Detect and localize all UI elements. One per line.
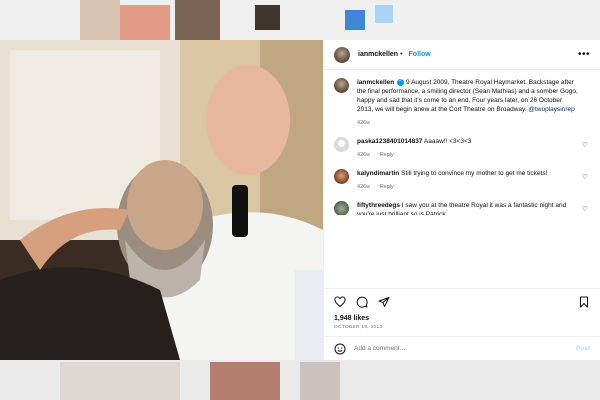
reply-button[interactable]: Reply <box>380 152 394 158</box>
action-bar <box>324 288 600 314</box>
post-photo <box>0 40 323 360</box>
caption-meta: 426w <box>357 119 578 128</box>
caption-mention-link[interactable]: @twoplaysinrep <box>528 106 574 113</box>
separator-dot: • <box>400 51 403 58</box>
add-comment-bar: Add a comment… Post <box>324 336 600 360</box>
list-item: paska1238401014837 Aaaaw!! <3<3<3 426w R… <box>334 137 590 160</box>
comment-text: Still trying to convince my mother to ge… <box>401 170 548 177</box>
comment-like-heart-icon[interactable]: ♡ <box>582 173 588 181</box>
comment-like-heart-icon[interactable]: ♡ <box>582 141 588 149</box>
reply-button[interactable]: Reply <box>380 184 394 190</box>
comment-meta: 426w Reply <box>357 183 578 192</box>
author-username[interactable]: ianmckellen <box>358 51 398 58</box>
author-avatar[interactable] <box>334 46 350 63</box>
list-item: kalyndimartin Still trying to convince m… <box>334 169 590 192</box>
comments-list[interactable]: ianmckellen 9 August 2009, Theatre Royal… <box>324 70 600 288</box>
comment-like-heart-icon[interactable]: ♡ <box>582 205 588 213</box>
list-item: fiftythreedegs I saw you at the theatre … <box>334 201 590 215</box>
heart-icon[interactable] <box>334 295 346 308</box>
commenter-username[interactable]: paska1238401014837 <box>357 138 422 145</box>
verified-badge-icon <box>397 77 405 86</box>
share-icon[interactable] <box>378 296 390 308</box>
bookmark-icon[interactable] <box>578 296 590 308</box>
post-modal: ianmckellen • Follow ••• ianmckellen 9 A… <box>0 40 600 360</box>
commenter-avatar[interactable] <box>334 169 349 184</box>
caption: ianmckellen 9 August 2009, Theatre Royal… <box>334 77 590 128</box>
emoji-icon[interactable] <box>334 343 346 355</box>
comment-text: Aaaaw!! <3<3<3 <box>423 138 472 145</box>
post-comment-button[interactable]: Post <box>576 345 590 352</box>
post-header: ianmckellen • Follow ••• <box>324 40 600 70</box>
commenter-username[interactable]: fiftythreedegs <box>357 202 400 209</box>
commenter-avatar[interactable] <box>334 201 349 215</box>
comment-icon[interactable] <box>356 296 368 308</box>
likes-count[interactable]: 1,948 likes <box>324 315 600 322</box>
caption-age: 426w <box>357 120 371 126</box>
commenter-avatar[interactable] <box>334 137 349 152</box>
post-date: OCTOBER 16, 2013 <box>334 325 383 330</box>
post-info-pane: ianmckellen • Follow ••• ianmckellen 9 A… <box>323 40 600 360</box>
comment-age: 426w <box>357 152 371 158</box>
follow-button[interactable]: Follow <box>409 51 431 58</box>
comment-meta: 426w Reply <box>357 151 578 160</box>
more-horizontal-icon[interactable]: ••• <box>578 49 590 60</box>
comment-age: 426w <box>357 184 371 190</box>
caption-avatar[interactable] <box>334 78 349 93</box>
caption-username[interactable]: ianmckellen <box>357 79 394 86</box>
commenter-username[interactable]: kalyndimartin <box>357 170 399 177</box>
comment-input[interactable]: Add a comment… <box>354 345 576 352</box>
